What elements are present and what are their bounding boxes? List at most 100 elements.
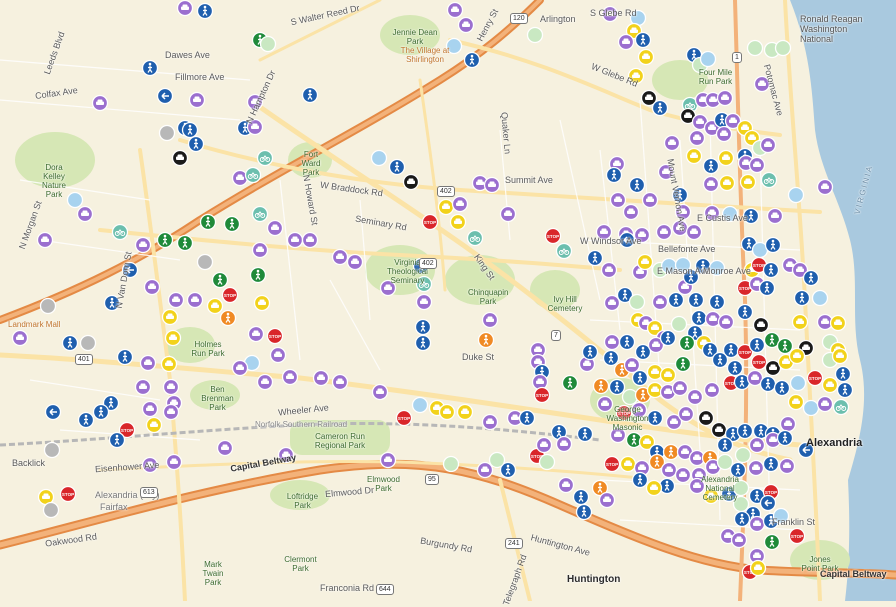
marker-icon[interactable]: [445, 37, 463, 55]
marker-icon[interactable]: [716, 453, 734, 471]
marker-icon[interactable]: [811, 289, 829, 307]
arrow-left-icon[interactable]: [759, 494, 777, 512]
car-crash-icon[interactable]: [312, 369, 330, 387]
car-crash-icon[interactable]: [730, 531, 748, 549]
pedestrian-icon[interactable]: [836, 381, 854, 399]
car-crash-icon[interactable]: [657, 163, 675, 181]
car-crash-icon[interactable]: [476, 461, 494, 479]
car-crash-icon[interactable]: [753, 75, 771, 93]
car-crash-icon[interactable]: [134, 378, 152, 396]
bicycle-icon[interactable]: [832, 398, 850, 416]
car-crash-icon[interactable]: [645, 479, 663, 497]
pedestrian-icon[interactable]: [763, 533, 781, 551]
car-crash-icon[interactable]: [253, 294, 271, 312]
car-crash-icon[interactable]: [246, 118, 264, 136]
car-crash-icon[interactable]: [483, 176, 501, 194]
marker-icon[interactable]: [660, 257, 678, 275]
pedestrian-icon[interactable]: [116, 348, 134, 366]
car-crash-icon[interactable]: [816, 395, 834, 413]
marker-icon[interactable]: [538, 453, 556, 471]
marker-icon[interactable]: [370, 149, 388, 167]
pedestrian-icon[interactable]: [793, 289, 811, 307]
car-crash-icon[interactable]: [622, 203, 640, 221]
pedestrian-icon[interactable]: [77, 411, 95, 429]
marker-icon[interactable]: [789, 374, 807, 392]
pedestrian-icon[interactable]: [651, 99, 669, 117]
car-crash-icon[interactable]: [609, 191, 627, 209]
stop-sign-icon[interactable]: STOP: [788, 527, 806, 545]
pedestrian-icon[interactable]: [834, 365, 852, 383]
car-crash-icon[interactable]: [749, 559, 767, 577]
pedestrian-icon[interactable]: [592, 377, 610, 395]
car-crash-icon[interactable]: [627, 67, 645, 85]
marker-icon[interactable]: [42, 501, 60, 519]
car-crash-icon[interactable]: [598, 491, 616, 509]
car-crash-icon[interactable]: [717, 313, 735, 331]
marker-icon[interactable]: [734, 446, 752, 464]
car-crash-icon[interactable]: [603, 294, 621, 312]
car-crash-icon[interactable]: [449, 213, 467, 231]
stop-sign-icon[interactable]: STOP: [750, 353, 768, 371]
car-crash-icon[interactable]: [481, 413, 499, 431]
car-crash-icon[interactable]: [663, 134, 681, 152]
pedestrian-icon[interactable]: [608, 378, 626, 396]
pedestrian-icon[interactable]: [586, 249, 604, 267]
car-crash-icon[interactable]: [277, 446, 295, 464]
marker-icon[interactable]: [774, 39, 792, 57]
arrow-left-icon[interactable]: [797, 441, 815, 459]
car-crash-icon[interactable]: [710, 421, 728, 439]
car-crash-icon[interactable]: [831, 347, 849, 365]
car-crash-icon[interactable]: [91, 94, 109, 112]
car-crash-icon[interactable]: [671, 379, 689, 397]
pedestrian-icon[interactable]: [802, 269, 820, 287]
bicycle-icon[interactable]: [251, 205, 269, 223]
car-crash-icon[interactable]: [438, 403, 456, 421]
pedestrian-icon[interactable]: [667, 291, 685, 309]
pedestrian-icon[interactable]: [92, 403, 110, 421]
car-crash-icon[interactable]: [674, 466, 692, 484]
car-crash-icon[interactable]: [446, 1, 464, 19]
pedestrian-icon[interactable]: [631, 369, 649, 387]
stop-sign-icon[interactable]: STOP: [395, 409, 413, 427]
pedestrian-icon[interactable]: [748, 336, 766, 354]
car-crash-icon[interactable]: [143, 278, 161, 296]
pedestrian-icon[interactable]: [414, 318, 432, 336]
arrow-left-icon[interactable]: [618, 231, 636, 249]
car-crash-icon[interactable]: [674, 203, 692, 221]
marker-icon[interactable]: [746, 39, 764, 57]
car-crash-icon[interactable]: [457, 16, 475, 34]
car-crash-icon[interactable]: [286, 231, 304, 249]
car-crash-icon[interactable]: [246, 93, 264, 111]
car-crash-icon[interactable]: [748, 156, 766, 174]
car-crash-icon[interactable]: [188, 91, 206, 109]
car-crash-icon[interactable]: [437, 198, 455, 216]
stop-sign-icon[interactable]: STOP: [221, 286, 239, 304]
car-crash-icon[interactable]: [456, 403, 474, 421]
car-crash-icon[interactable]: [787, 393, 805, 411]
car-crash-icon[interactable]: [715, 125, 733, 143]
pedestrian-icon[interactable]: [477, 331, 495, 349]
car-crash-icon[interactable]: [161, 308, 179, 326]
car-crash-icon[interactable]: [623, 356, 641, 374]
bicycle-icon[interactable]: [256, 149, 274, 167]
marker-icon[interactable]: [43, 441, 61, 459]
car-crash-icon[interactable]: [703, 381, 721, 399]
pedestrian-icon[interactable]: [518, 409, 536, 427]
car-crash-icon[interactable]: [677, 405, 695, 423]
car-crash-icon[interactable]: [659, 366, 677, 384]
marker-icon[interactable]: [442, 455, 460, 473]
car-crash-icon[interactable]: [141, 456, 159, 474]
car-crash-icon[interactable]: [535, 436, 553, 454]
marker-icon[interactable]: [802, 399, 820, 417]
car-crash-icon[interactable]: [186, 291, 204, 309]
pedestrian-icon[interactable]: [708, 293, 726, 311]
car-crash-icon[interactable]: [702, 175, 720, 193]
stop-sign-icon[interactable]: STOP: [59, 485, 77, 503]
stop-sign-icon[interactable]: STOP: [615, 404, 633, 422]
pedestrian-icon[interactable]: [671, 186, 689, 204]
bicycle-icon[interactable]: [555, 242, 573, 260]
car-crash-icon[interactable]: [371, 383, 389, 401]
pedestrian-icon[interactable]: [682, 268, 700, 286]
marker-icon[interactable]: [787, 186, 805, 204]
car-crash-icon[interactable]: [717, 149, 735, 167]
